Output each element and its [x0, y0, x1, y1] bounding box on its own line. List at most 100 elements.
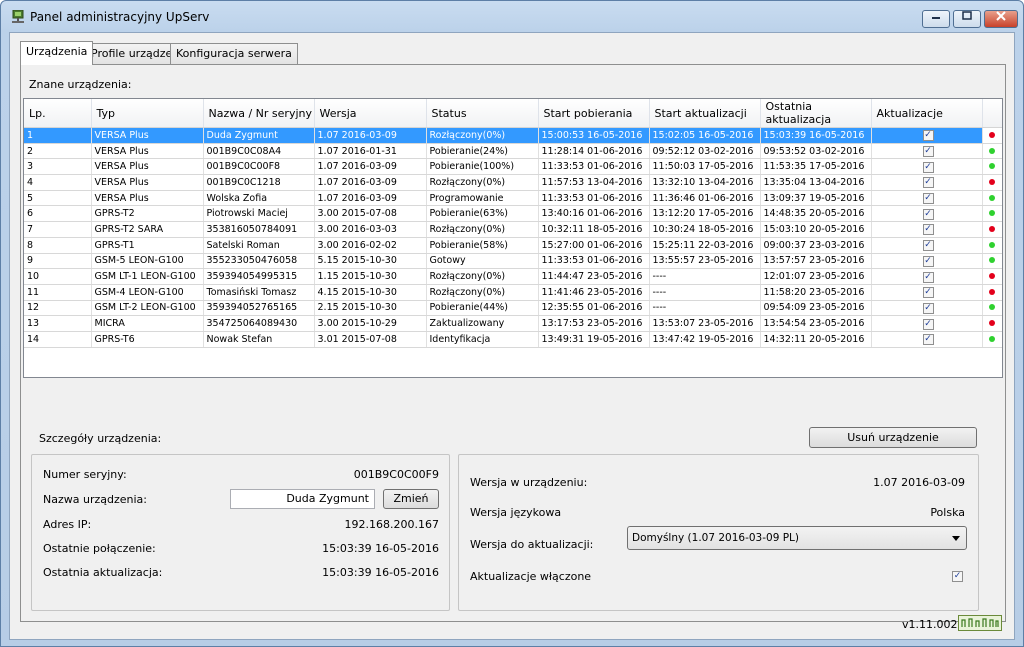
updates-enabled-checkbox[interactable]: ✓ — [952, 571, 963, 582]
updates-checkbox[interactable]: ✓ — [922, 224, 934, 236]
updates-enabled-label: Aktualizacje włączone — [470, 570, 592, 583]
table-cell-lp: 14 — [24, 331, 92, 348]
table-cell-start-aktualizacji: 11:50:03 17-05-2016 — [649, 158, 761, 176]
table-cell-typ: VERSA Plus — [91, 190, 204, 207]
table-cell-ostatnia: 11:58:20 23-05-2016 — [760, 284, 872, 301]
table-row[interactable]: 12 GSM LT-2 LEON-G100 359394052765165 2.15 … — [24, 300, 1002, 317]
table-cell-typ: GSM-5 LEON-G100 — [91, 253, 204, 270]
remove-device-button[interactable]: Usuń urządzenie — [809, 427, 977, 448]
maximize-icon — [962, 11, 972, 20]
updates-checkbox[interactable]: ✓ — [922, 287, 934, 299]
table-cell-aktualizacje: ✓ — [871, 268, 983, 285]
connection-status-dot-icon — [989, 210, 995, 217]
connection-status-dot-icon — [989, 131, 995, 138]
column-header[interactable]: Wersja — [314, 99, 427, 128]
column-header[interactable]: Status — [426, 99, 539, 128]
tab-konfiguracja-serwera[interactable]: Konfiguracja serwera — [170, 43, 298, 64]
change-name-button[interactable]: Zmień — [383, 489, 439, 509]
table-cell-aktualizacje: ✓ — [871, 127, 983, 144]
connection-status-dot-icon — [989, 178, 995, 185]
table-row[interactable]: 10 GSM LT-1 LEON-G100 359394054995315 1.15 … — [24, 268, 1002, 285]
table-cell-typ: GPRS-T1 — [91, 237, 204, 254]
table-cell-ostatnia: 12:01:07 23-05-2016 — [760, 268, 872, 285]
update-version-select[interactable]: Domyślny (1.07 2016-03-09 PL) — [627, 526, 967, 550]
updates-checkbox[interactable]: ✓ — [922, 255, 934, 267]
table-row[interactable]: 2 VERSA Plus 001B9C0C08A4 1.07 2016-01-31 Po… — [24, 143, 1002, 160]
table-cell-nazwa: Satelski Roman — [203, 237, 315, 254]
column-header[interactable]: Nazwa / Nr seryjny — [203, 99, 315, 128]
table-cell-start-pobierania: 13:40:16 01-06-2016 — [538, 205, 650, 223]
table-row[interactable]: 7 GPRS-T2 SARA 353816050784091 3.00 2016-03… — [24, 221, 1002, 238]
table-row[interactable]: 14 GPRS-T6 Nowak Stefan 3.01 2015-07-08 Iden… — [24, 331, 1002, 348]
updates-checkbox[interactable]: ✓ — [922, 177, 934, 189]
table-cell-ostatnia: 15:03:10 20-05-2016 — [760, 221, 872, 238]
updates-checkbox[interactable]: ✓ — [922, 146, 934, 158]
table-cell-lp: 11 — [24, 284, 92, 301]
column-header[interactable]: Aktualizacje — [871, 99, 983, 128]
table-cell-aktualizacje: ✓ — [871, 143, 983, 160]
table-cell-start-pobierania: 11:33:53 01-06-2016 — [538, 190, 650, 207]
table-cell-status: Rozłączony(0%) — [426, 127, 539, 144]
updates-checkbox[interactable]: ✓ — [922, 302, 934, 314]
table-cell-wersja: 2.15 2015-10-30 — [314, 300, 427, 317]
table-cell-status-dot — [982, 284, 1002, 301]
table-cell-status-dot — [982, 190, 1002, 207]
title-bar[interactable]: Panel administracyjny UpServ — [1, 1, 1023, 31]
table-cell-wersja: 1.15 2015-10-30 — [314, 268, 427, 285]
table-row[interactable]: 5 VERSA Plus Wolska Zofia 1.07 2016-03-09 Pr… — [24, 190, 1002, 207]
table-cell-nazwa: 001B9C0C08A4 — [203, 143, 315, 160]
ip-value: 192.168.200.167 — [344, 518, 439, 531]
table-cell-typ: VERSA Plus — [91, 174, 204, 191]
table-row[interactable]: 9 GSM-5 LEON-G100 355233050476058 5.15 2015… — [24, 253, 1002, 270]
updates-checkbox[interactable]: ✓ — [922, 130, 934, 142]
updates-checkbox[interactable]: ✓ — [922, 161, 934, 173]
column-header[interactable]: Lp. — [24, 99, 92, 128]
table-row[interactable]: 13 MICRA 354725064089430 3.00 2015-10-29 Zak… — [24, 315, 1002, 332]
table-row[interactable]: 3 VERSA Plus 001B9C0C00F8 1.07 2016-03-09 Po… — [24, 158, 1002, 176]
updates-checkbox[interactable]: ✓ — [922, 318, 934, 330]
updates-checkbox[interactable]: ✓ — [922, 193, 934, 205]
updates-checkbox[interactable]: ✓ — [922, 334, 934, 346]
connection-status-dot-icon — [989, 241, 995, 248]
column-header[interactable]: Start aktualizacji — [649, 99, 761, 128]
devices-tab-page: Znane urządzenia: Lp. Typ Nazwa / Nr ser… — [20, 64, 1006, 622]
table-cell-typ: VERSA Plus — [91, 158, 204, 176]
table-cell-nazwa: Nowak Stefan — [203, 331, 315, 348]
table-cell-wersja: 3.00 2016-02-02 — [314, 237, 427, 254]
column-header[interactable]: Typ — [91, 99, 204, 128]
last-update-value: 15:03:39 16-05-2016 — [322, 566, 439, 579]
table-cell-typ: GPRS-T6 — [91, 331, 204, 348]
table-cell-status-dot — [982, 315, 1002, 332]
device-version-label: Wersja w urządzeniu: — [470, 476, 588, 489]
table-cell-start-aktualizacji: 13:12:20 17-05-2016 — [649, 205, 761, 223]
table-cell-status: Programowanie — [426, 190, 539, 207]
device-name-input[interactable]: Duda Zygmunt — [230, 489, 375, 509]
minimize-button[interactable] — [922, 10, 950, 28]
table-cell-nazwa: 001B9C0C00F8 — [203, 158, 315, 176]
table-cell-wersja: 5.15 2015-10-30 — [314, 253, 427, 270]
table-row[interactable]: 11 GSM-4 LEON-G100 Tomasiński Tomasz 4.15 2… — [24, 284, 1002, 301]
table-row[interactable]: 8 GPRS-T1 Satelski Roman 3.00 2016-02-02 Pob… — [24, 237, 1002, 254]
table-cell-lp: 6 — [24, 205, 92, 223]
updates-checkbox[interactable]: ✓ — [922, 208, 934, 220]
maximize-button[interactable] — [953, 10, 981, 28]
table-cell-aktualizacje: ✓ — [871, 205, 983, 223]
column-header[interactable]: Ostatnia aktualizacja — [760, 99, 872, 128]
devices-table[interactable]: Lp. Typ Nazwa / Nr seryjny Wersja Status… — [23, 98, 1003, 378]
table-cell-typ: GSM-4 LEON-G100 — [91, 284, 204, 301]
updates-checkbox[interactable]: ✓ — [922, 240, 934, 252]
updates-checkbox[interactable]: ✓ — [922, 271, 934, 283]
table-row[interactable]: 4 VERSA Plus 001B9C0C1218 1.07 2016-03-09 Ro… — [24, 174, 1002, 191]
table-cell-typ: MICRA — [91, 315, 204, 332]
table-cell-typ: VERSA Plus — [91, 143, 204, 160]
table-row[interactable]: 1 VERSA Plus Duda Zygmunt 1.07 2016-03-09 Ro… — [24, 127, 1002, 144]
update-version-selected: Domyślny (1.07 2016-03-09 PL) — [632, 532, 799, 544]
table-cell-nazwa: 001B9C0C1218 — [203, 174, 315, 191]
close-button[interactable] — [984, 10, 1018, 28]
table-row[interactable]: 6 GPRS-T2 Piotrowski Maciej 3.00 2015-07-08… — [24, 205, 1002, 223]
table-cell-wersja: 4.15 2015-10-30 — [314, 284, 427, 301]
tab-urzadzenia[interactable]: Urządzenia — [20, 41, 94, 65]
column-header[interactable]: Start pobierania — [538, 99, 650, 128]
connection-status-dot-icon — [989, 304, 995, 311]
connection-status-dot-icon — [989, 288, 995, 295]
